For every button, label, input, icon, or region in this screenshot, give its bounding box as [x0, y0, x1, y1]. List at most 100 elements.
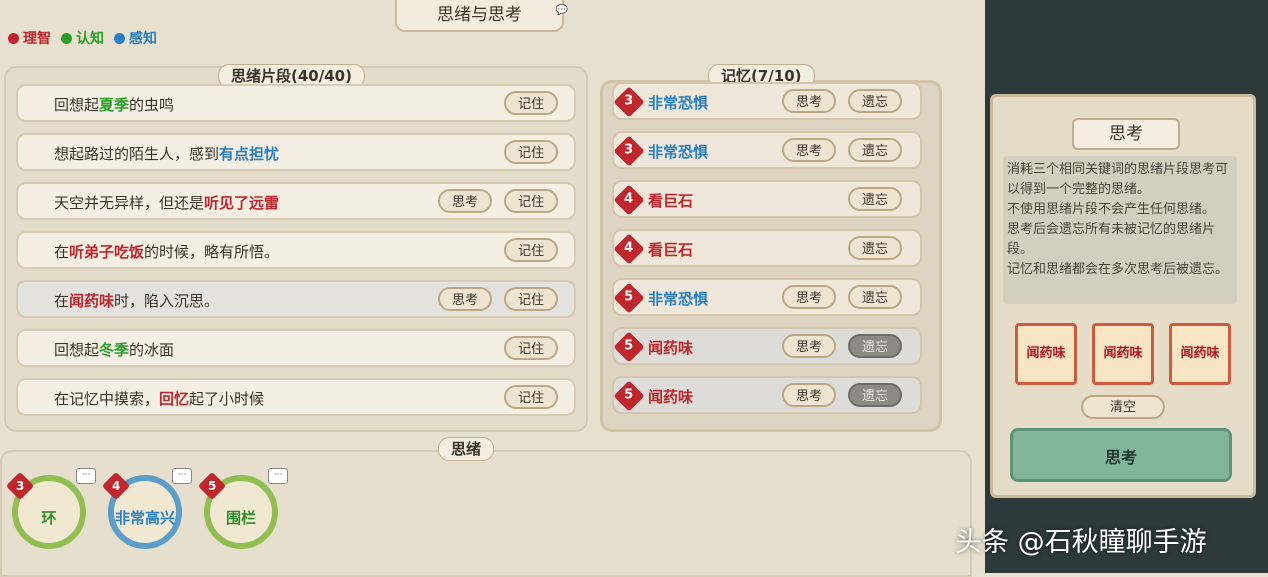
memory-text: 看巨石 [648, 241, 694, 259]
watermark: 头条 @石秋瞳聊手游 [955, 527, 1207, 558]
thought-label: 环 [41, 509, 57, 527]
level-badge: 5 [613, 282, 645, 314]
fragment-row[interactable]: 在记忆中摸索，回忆起了小时候 记住 [16, 378, 576, 416]
fragment-row[interactable]: 天空并无异样，但还是听见了远雷 思考 记住 [16, 182, 576, 220]
fragment-remember-button[interactable]: 记住 [504, 238, 558, 262]
description-line: 消耗三个相同关键词的思绪片段思考可以得到一个完整的思绪。 [1007, 162, 1229, 197]
level-badge-value: 4 [624, 191, 634, 207]
fragment-remember-button[interactable]: 记住 [504, 287, 558, 311]
legend-label: 理智 [23, 31, 51, 47]
description-line: 不使用思绪片段不会产生任何思绪。 [1007, 202, 1216, 217]
think-slot[interactable]: 闻药味 [1092, 323, 1154, 385]
memory-row[interactable]: 4 看巨石 遗忘 [612, 229, 922, 267]
fragment-row[interactable]: 想起路过的陌生人，感到有点担忧 记住 [16, 133, 576, 171]
memory-forget-button[interactable]: 遗忘 [848, 285, 902, 309]
thought-panel-title: 思绪 [438, 437, 495, 461]
fragment-text-post: 时，陷入沉思。 [114, 292, 220, 310]
fragment-row[interactable]: 在听弟子吃饭的时候，略有所悟。 记住 [16, 231, 576, 269]
memory-forget-button[interactable]: 遗忘 [848, 187, 902, 211]
fragment-remember-button[interactable]: 记住 [504, 140, 558, 164]
thought-level-value: 5 [207, 478, 217, 493]
legend-dot-icon [61, 32, 72, 44]
memory-think-button[interactable]: 思考 [782, 89, 836, 113]
fragment-text-post: 起了小时候 [189, 390, 265, 408]
legend-item: 感知 [114, 28, 157, 48]
memory-text: 非常恐惧 [648, 143, 709, 161]
memory-text: 闻药味 [648, 388, 694, 406]
memory-think-button[interactable]: 思考 [782, 334, 836, 358]
fragment-keyword: 闻药味 [69, 292, 115, 310]
description-line: 记忆和思绪都会在多次思考后被遗忘。 [1007, 262, 1229, 277]
memory-think-button[interactable]: 思考 [782, 285, 836, 309]
thought-label: 围栏 [225, 509, 256, 527]
think-slot[interactable]: 闻药味 [1169, 323, 1231, 385]
memory-text: 非常恐惧 [648, 94, 709, 112]
fragment-text-post: 的虫鸣 [129, 96, 175, 114]
memory-row[interactable]: 5 闻药味 思考 遗忘 [612, 376, 922, 414]
memory-forget-button[interactable]: 遗忘 [848, 236, 902, 260]
memory-row[interactable]: 5 闻药味 思考 遗忘 [612, 327, 922, 365]
attribute-legend: 理智 认知 感知 [8, 28, 157, 48]
memory-think-button[interactable]: 思考 [782, 138, 836, 162]
thought-level-value: 4 [111, 478, 121, 493]
level-badge: 4 [613, 233, 645, 265]
fragment-row[interactable]: 回想起夏季的虫鸣 记住 [16, 84, 576, 122]
chat-bubble-icon[interactable]: ··· [268, 468, 288, 484]
level-badge: 3 [613, 86, 645, 118]
level-badge: 5 [613, 331, 645, 363]
memory-row[interactable]: 4 看巨石 遗忘 [612, 180, 922, 218]
fragment-text: 回想起夏季的虫鸣 [54, 94, 174, 115]
memory-row[interactable]: 3 非常恐惧 思考 遗忘 [612, 131, 922, 169]
memory-forget-button[interactable]: 遗忘 [848, 89, 902, 113]
fragment-text-pre: 在 [54, 292, 70, 310]
fragment-keyword: 听见了远雷 [204, 194, 280, 212]
fragment-text: 在听弟子吃饭的时候，略有所悟。 [54, 241, 279, 262]
fragment-text: 天空并无异样，但还是听见了远雷 [54, 192, 279, 213]
memory-forget-button[interactable]: 遗忘 [848, 138, 902, 162]
fragment-remember-button[interactable]: 记住 [504, 189, 558, 213]
think-slot[interactable]: 闻药味 [1015, 323, 1077, 385]
thought-level-value: 3 [15, 478, 25, 493]
window-title: 思绪与思考 💬 [395, 0, 568, 32]
fragment-remember-button[interactable]: 记住 [504, 385, 558, 409]
level-badge: 5 [613, 380, 645, 412]
think-button[interactable]: 思考 [1010, 428, 1232, 482]
fragment-keyword: 听弟子吃饭 [69, 243, 145, 261]
legend-item: 理智 [8, 28, 51, 48]
memory-row[interactable]: 5 非常恐惧 思考 遗忘 [612, 278, 922, 316]
think-panel-title: 思考 [1072, 118, 1180, 150]
memory-forget-button[interactable]: 遗忘 [848, 383, 902, 407]
level-badge: 4 [613, 184, 645, 216]
fragment-keyword: 冬季 [99, 341, 130, 359]
fragment-keyword: 有点担忧 [219, 145, 280, 163]
fragment-row[interactable]: 回想起冬季的冰面 记住 [16, 329, 576, 367]
fragment-row[interactable]: 在闻药味时，陷入沉思。 思考 记住 [16, 280, 576, 318]
fragment-remember-button[interactable]: 记住 [504, 91, 558, 115]
legend-item: 认知 [61, 28, 104, 48]
fragment-text: 在闻药味时，陷入沉思。 [54, 290, 219, 311]
memory-text: 闻药味 [648, 339, 694, 357]
memory-row[interactable]: 3 非常恐惧 思考 遗忘 [612, 82, 922, 120]
memory-text: 看巨石 [648, 192, 694, 210]
fragment-think-button[interactable]: 思考 [438, 287, 492, 311]
memory-forget-button[interactable]: 遗忘 [848, 334, 902, 358]
level-badge-value: 5 [624, 387, 634, 403]
fragment-text: 在记忆中摸索，回忆起了小时候 [54, 388, 264, 409]
legend-dot-icon [114, 32, 125, 44]
fragment-text: 回想起冬季的冰面 [54, 339, 174, 360]
fragment-text-post: 的冰面 [129, 341, 175, 359]
clear-button[interactable]: 清空 [1081, 395, 1165, 419]
chat-bubble-icon[interactable]: ··· [76, 468, 96, 484]
chat-bubble-icon[interactable]: ··· [172, 468, 192, 484]
fragment-remember-button[interactable]: 记住 [504, 336, 558, 360]
fragment-think-button[interactable]: 思考 [438, 189, 492, 213]
fragment-keyword: 夏季 [99, 96, 130, 114]
fragment-text-pre: 天空并无异样，但还是 [54, 194, 205, 212]
thought-label: 非常高兴 [114, 509, 175, 527]
level-badge: 3 [613, 135, 645, 167]
memory-think-button[interactable]: 思考 [782, 383, 836, 407]
fragment-text-pre: 回想起 [54, 341, 100, 359]
level-badge-value: 5 [624, 338, 634, 354]
fragment-keyword: 回忆 [159, 390, 190, 408]
description-line: 思考后会遗忘所有未被记忆的思绪片段。 [1007, 222, 1216, 257]
